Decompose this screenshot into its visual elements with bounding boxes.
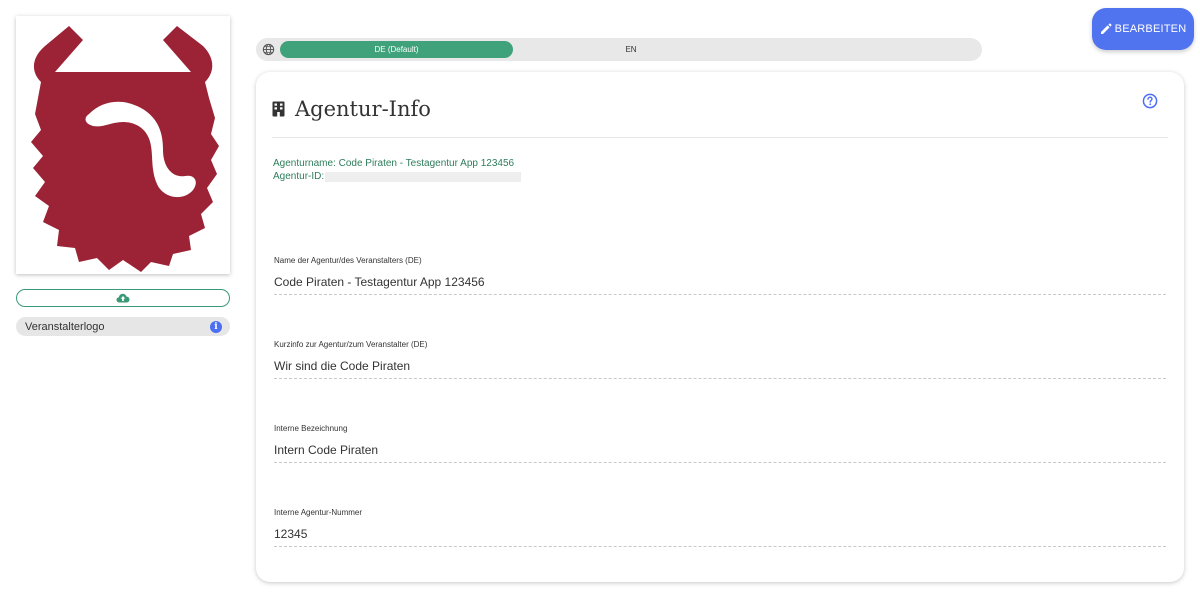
help-icon[interactable] [1142, 93, 1158, 109]
agency-meta: Agenturname: Code Piraten - Testagentur … [273, 157, 522, 183]
card-header: Agentur-Info [272, 94, 431, 124]
internal-name-value: Intern Code Piraten [274, 443, 1166, 463]
agency-info-card: Agentur-Info Agenturname: Code Piraten -… [256, 72, 1184, 582]
field-label: Name der Agentur/des Veranstalters (DE) [274, 256, 422, 265]
field-label: Kurzinfo zur Agentur/zum Veranstalter (D… [274, 340, 428, 349]
beard-logo [31, 26, 219, 272]
internal-number-value: 12345 [274, 527, 1166, 547]
logo-label-bar: Veranstalterlogo i [16, 317, 230, 336]
globe-icon [262, 43, 275, 56]
logo-label: Veranstalterlogo [25, 320, 105, 333]
header-divider [272, 137, 1168, 138]
tab-language-en[interactable]: EN [616, 41, 646, 58]
cloud-upload-icon [116, 293, 130, 303]
agency-id-row: Agentur-ID: [273, 170, 522, 183]
building-icon [272, 101, 285, 117]
field-internal-number: Interne Agentur-Nummer 12345 [274, 508, 1166, 547]
edit-button[interactable]: BEARBEITEN [1092, 8, 1194, 50]
field-label: Interne Agentur-Nummer [274, 508, 363, 517]
info-icon[interactable]: i [210, 320, 222, 333]
agency-name-value: Code Piraten - Testagentur App 123456 [274, 275, 1166, 295]
edit-button-label: BEARBEITEN [1114, 23, 1187, 35]
page-title: Agentur-Info [295, 97, 431, 121]
agency-name-line: Agenturname: Code Piraten - Testagentur … [273, 158, 515, 169]
upload-logo-button[interactable] [16, 289, 230, 307]
language-switcher: DE (Default) EN [256, 38, 982, 61]
organizer-logo-card [16, 16, 230, 274]
field-internal-name: Interne Bezeichnung Intern Code Piraten [274, 424, 1166, 463]
agency-id-label: Agentur-ID: [273, 171, 325, 182]
field-short-info: Kurzinfo zur Agentur/zum Veranstalter (D… [274, 340, 1166, 379]
field-agency-name: Name der Agentur/des Veranstalters (DE) … [274, 256, 1166, 295]
agency-id-redacted [325, 171, 522, 182]
short-info-value: Wir sind die Code Piraten [274, 359, 1166, 379]
pencil-icon [1100, 23, 1112, 34]
tab-language-de[interactable]: DE (Default) [280, 41, 513, 58]
field-label: Interne Bezeichnung [274, 424, 348, 433]
